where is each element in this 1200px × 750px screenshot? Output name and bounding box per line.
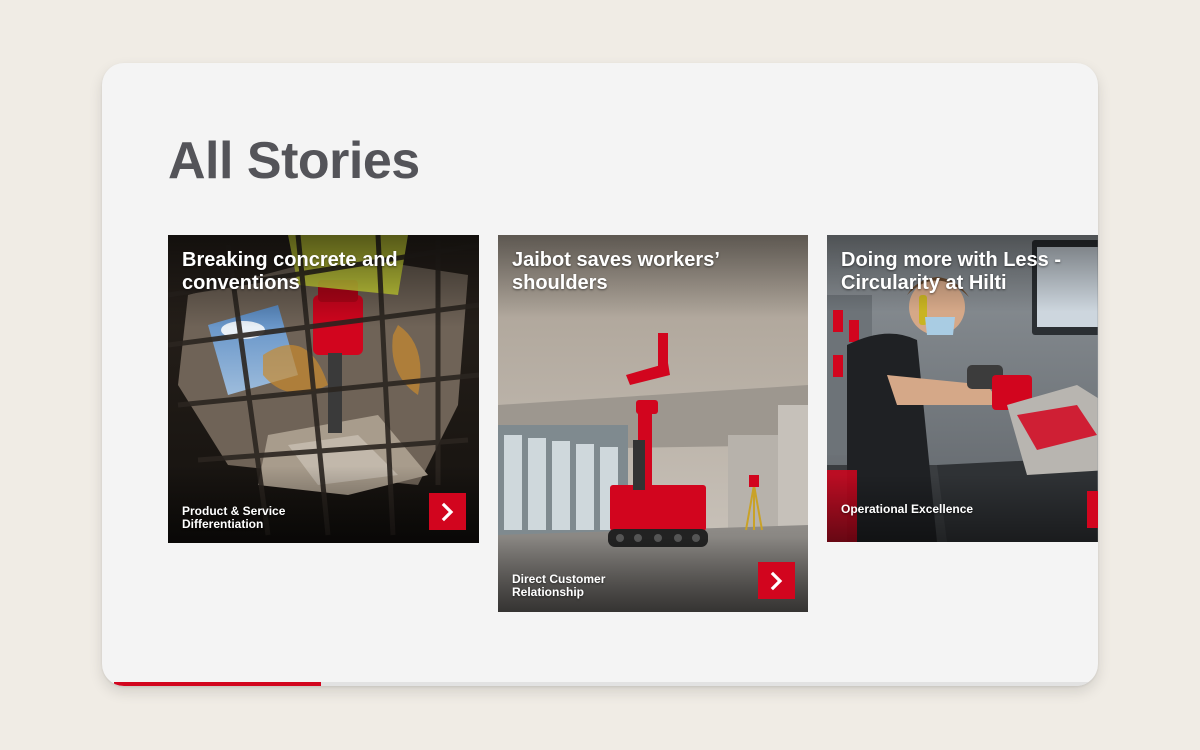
chevron-right-icon bbox=[441, 502, 453, 521]
story-category: Product & Service Differentiation bbox=[182, 504, 286, 531]
chevron-right-icon bbox=[1098, 500, 1099, 520]
story-category: Operational Excellence bbox=[841, 502, 974, 516]
chevron-right-icon bbox=[770, 571, 782, 590]
next-arrow-button[interactable] bbox=[1087, 491, 1098, 528]
next-arrow-button[interactable] bbox=[758, 562, 795, 599]
story-title: Doing more with Less - Circularity at Hi… bbox=[841, 249, 1062, 294]
stories-panel: All Stories Breaking concrete and conven… bbox=[102, 63, 1098, 686]
carousel-progress-fill bbox=[114, 682, 321, 686]
page-title: All Stories bbox=[168, 132, 420, 190]
next-arrow-button[interactable] bbox=[429, 493, 466, 530]
carousel-progress-bar[interactable] bbox=[114, 682, 1098, 686]
story-title: Breaking concrete and conventions bbox=[182, 249, 398, 294]
story-title: Jaibot saves workers’ shoulders bbox=[512, 249, 719, 294]
story-card-jaibot[interactable]: Jaibot saves workers’ shoulders Direct C… bbox=[498, 235, 808, 612]
story-card-breaking-concrete[interactable]: Breaking concrete and conventions Produc… bbox=[168, 235, 479, 543]
story-category: Direct Customer Relationship bbox=[512, 572, 606, 599]
story-card-circularity[interactable]: Doing more with Less - Circularity at Hi… bbox=[827, 235, 1098, 542]
